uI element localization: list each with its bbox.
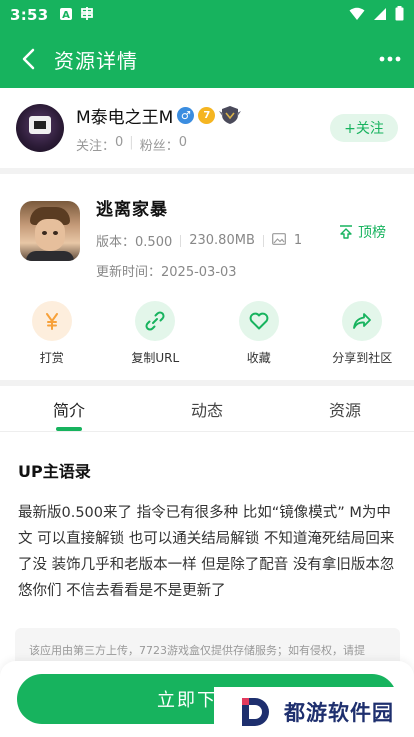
uploader-info: M泰电之王M ♂ 7 关注： 0 | 粉丝： 0 [76, 103, 242, 154]
image-icon [271, 232, 286, 249]
level-badge: 7 [198, 106, 216, 124]
signal-icon [373, 6, 387, 25]
arrow-up-icon [340, 225, 352, 239]
share-label: 分享到社区 [332, 351, 393, 365]
version-value: 0.500 [135, 235, 173, 250]
uploader-name[interactable]: M泰电之王M [76, 103, 173, 128]
browser-icon [79, 5, 95, 25]
copy-url-button[interactable]: 复制URL [104, 295, 208, 375]
top-rank-label: 顶榜 [358, 225, 386, 241]
tab-activity[interactable]: 动态 [138, 386, 276, 431]
game-card: 逃离家暴 版本：0.500 230.80MB 1 更新时间：2025-03-03… [0, 175, 414, 280]
intro-section: UP主语录 最新版0.500来了 指令已有很多种 比如“镜像模式” M为中文 可… [0, 446, 414, 604]
wifi-icon [349, 6, 365, 25]
version-label: 版本： [96, 235, 136, 250]
avatar[interactable] [16, 104, 64, 152]
page-title: 资源详情 [54, 48, 138, 73]
game-icon [20, 201, 80, 261]
game-meta: 逃离家暴 版本：0.500 230.80MB 1 更新时间：2025-03-03 [96, 175, 302, 280]
uploader-name-row: M泰电之王M ♂ 7 [76, 103, 242, 128]
follows-label: 关注： [76, 138, 116, 154]
stats-divider: | [129, 134, 134, 150]
favorite-button[interactable]: 收藏 [207, 295, 311, 375]
tab-resources[interactable]: 资源 [276, 386, 414, 431]
follows-count: 0 [115, 134, 124, 150]
copy-url-label: 复制URL [131, 351, 180, 365]
more-button[interactable] [366, 37, 414, 81]
update-line: 更新时间：2025-03-03 [96, 261, 302, 280]
game-details: 版本：0.500 230.80MB 1 [96, 231, 302, 250]
back-button[interactable] [6, 37, 50, 81]
more-horizontal-icon [379, 56, 401, 62]
status-right-icons [349, 5, 404, 25]
status-left-icons: A [59, 5, 95, 25]
share-icon [342, 301, 383, 341]
install-label: 立即下 [157, 690, 217, 711]
follow-button[interactable]: +关注 [330, 114, 398, 142]
updated-label: 更新时间： [96, 265, 162, 280]
tab-intro[interactable]: 简介 [0, 386, 138, 431]
updated-date: 2025-03-03 [161, 265, 237, 280]
yen-icon [31, 301, 72, 341]
watermark: 都游软件园 [214, 687, 404, 737]
chevron-left-icon [22, 48, 35, 70]
section-divider [0, 168, 414, 174]
image-count: 1 [293, 233, 303, 248]
a-icon: A [59, 6, 73, 25]
heart-icon [238, 301, 279, 341]
fans-count: 0 [178, 134, 187, 150]
tip-label: 打赏 [39, 351, 64, 365]
watermark-text: 都游软件园 [284, 701, 394, 725]
fans-label: 粉丝： [139, 138, 179, 154]
file-size: 230.80MB [189, 233, 255, 248]
action-row: 打赏 复制URL 收藏 分享到社区 [0, 295, 414, 375]
status-time: 3:53 [10, 6, 49, 24]
status-bar: 3:53 A [0, 0, 414, 30]
svg-text:A: A [62, 10, 70, 21]
uploader-stats: 关注： 0 | 粉丝： 0 [76, 135, 241, 154]
intro-title: UP主语录 [18, 462, 91, 481]
app-bar: 资源详情 [0, 30, 414, 88]
top-rank-button[interactable]: 顶榜 [339, 222, 386, 242]
tab-bar: 简介 动态 资源 [0, 386, 414, 432]
shield-icon [219, 105, 242, 125]
game-name: 逃离家暴 [96, 200, 168, 220]
logo-icon [242, 698, 269, 726]
share-button[interactable]: 分享到社区 [311, 295, 414, 375]
favorite-label: 收藏 [246, 351, 271, 365]
male-icon: ♂ [177, 106, 195, 124]
link-icon [135, 301, 176, 341]
tip-button[interactable]: 打赏 [0, 295, 104, 375]
battery-icon [395, 5, 404, 25]
intro-body: 最新版0.500来了 指令已有很多种 比如“镜像模式” M为中文 可以直接解锁 … [18, 505, 395, 599]
uploader-card: M泰电之王M ♂ 7 关注： 0 | 粉丝： 0 +关注 [0, 88, 414, 168]
